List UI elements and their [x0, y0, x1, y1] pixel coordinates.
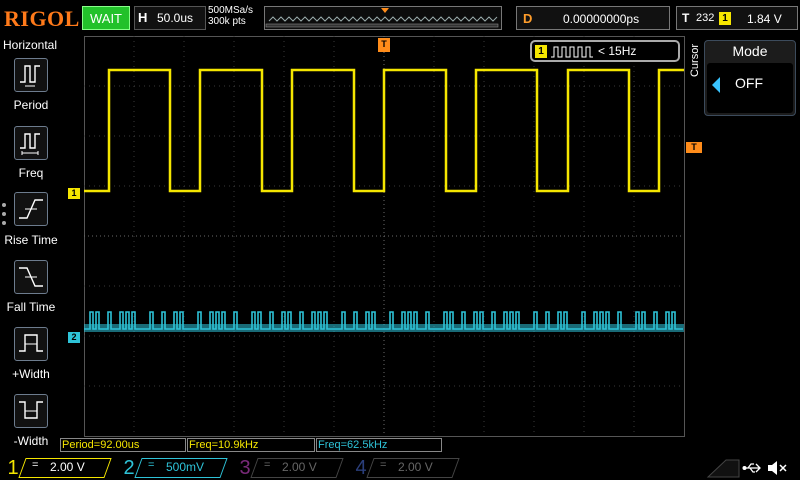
- channel-1-waveform: [84, 68, 684, 193]
- measurement-period-text: Period=92.00us: [62, 439, 140, 451]
- menu-title: Horizontal: [3, 38, 58, 52]
- channel-3-tab[interactable]: 3 = 2.00 V: [232, 456, 344, 480]
- delay-value: 0.00000000ps: [563, 12, 640, 26]
- freq-icon: [20, 133, 40, 155]
- horizontal-label: H: [138, 10, 148, 25]
- menu-page-indicator: [2, 203, 6, 230]
- channel-2-coupling: =: [148, 459, 155, 471]
- counter-value: < 15Hz: [598, 44, 637, 58]
- delay-label: D: [523, 11, 533, 26]
- speaker-mute-icon[interactable]: [766, 459, 788, 477]
- measurement-freq-ch1[interactable]: Freq=10.9kHz: [187, 438, 315, 452]
- frequency-counter[interactable]: 1 < 15Hz: [530, 40, 680, 62]
- rise-time-button[interactable]: [14, 192, 48, 226]
- rise-time-icon: [19, 199, 43, 219]
- trigger-level-marker[interactable]: T: [686, 142, 702, 153]
- channel-4-coupling: =: [380, 459, 387, 471]
- fall-time-icon: [19, 267, 43, 287]
- acquisition-info: 500MSa/s 300k pts: [208, 5, 253, 27]
- fall-time-label: Fall Time: [6, 300, 56, 314]
- channel-3-scale: 2.00 V: [282, 460, 317, 474]
- fall-time-button[interactable]: [14, 260, 48, 294]
- freq-button[interactable]: [14, 126, 48, 160]
- period-button[interactable]: [14, 58, 48, 92]
- channel-4-scale: 2.00 V: [398, 460, 433, 474]
- neg-width-button[interactable]: [14, 394, 48, 428]
- cursor-mode-value: OFF: [735, 75, 763, 91]
- run-status-badge[interactable]: WAIT: [82, 6, 130, 30]
- pos-width-icon: [19, 334, 43, 352]
- memory-depth: 300k pts: [208, 16, 246, 27]
- neg-width-label: -Width: [13, 434, 49, 448]
- channel-1-coupling: =: [32, 459, 39, 471]
- horizontal-timebase[interactable]: H 50.0us: [134, 6, 206, 30]
- cursor-mode-button[interactable]: Mode OFF: [704, 40, 796, 116]
- measurement-period[interactable]: Period=92.00us: [60, 438, 186, 452]
- selector-arrow-icon: [712, 77, 720, 93]
- neg-width-icon: [19, 401, 43, 419]
- channel-1-offset-marker[interactable]: 1: [68, 188, 80, 199]
- usb-icon: [742, 463, 761, 473]
- measurement-freq-ch2-text: Freq=62.5kHz: [318, 439, 388, 451]
- channel-2-number: 2: [123, 457, 135, 479]
- status-wedge: [706, 459, 740, 478]
- sample-rate: 500MSa/s: [208, 5, 254, 16]
- trigger-count: 232: [696, 12, 715, 24]
- trigger-position-icon: [381, 8, 389, 13]
- period-icon: [20, 65, 40, 87]
- channel-1-scale: 2.00 V: [50, 460, 85, 474]
- channel-2-noise-band: [84, 324, 684, 332]
- channel-2-tab[interactable]: 2 = 500mV: [116, 456, 228, 480]
- trigger-level: 1.84 V: [747, 12, 782, 26]
- channel-4-tab[interactable]: 4 = 2.00 V: [348, 456, 460, 480]
- memory-waveform-overview: [265, 8, 499, 28]
- pos-width-button[interactable]: [14, 327, 48, 361]
- period-label: Period: [13, 98, 49, 112]
- channel-3-coupling: =: [264, 459, 271, 471]
- waveform-display[interactable]: [84, 36, 686, 438]
- rise-time-label: Rise Time: [4, 233, 58, 247]
- trigger-label: T: [682, 11, 690, 25]
- freq-label: Freq: [18, 166, 44, 180]
- counter-channel-badge: 1: [535, 45, 547, 58]
- timebase-value: 50.0us: [157, 11, 194, 25]
- cursor-mode-title: Mode: [732, 43, 768, 59]
- channel-2-scale: 500mV: [166, 460, 205, 474]
- channel-4-number: 4: [355, 457, 367, 479]
- trigger-display[interactable]: T 232 1 1.84 V: [676, 6, 798, 30]
- cursor-mode-selector[interactable]: OFF: [707, 63, 793, 113]
- memory-overview-strip[interactable]: [264, 6, 502, 30]
- channel-3-number: 3: [239, 457, 251, 479]
- channel-1-number: 1: [7, 457, 19, 479]
- square-wave-icon: [551, 46, 593, 58]
- pos-width-label: +Width: [12, 367, 50, 381]
- delay-display[interactable]: D 0.00000000ps: [516, 6, 670, 30]
- measurement-freq-ch1-text: Freq=10.9kHz: [189, 439, 259, 451]
- channel-1-tab[interactable]: 1 = 2.00 V: [0, 456, 112, 480]
- brand-logo: RIGOL: [4, 6, 80, 31]
- trigger-source-badge: 1: [719, 12, 731, 25]
- time-origin-marker[interactable]: T: [378, 38, 390, 52]
- channel-2-offset-marker[interactable]: 2: [68, 332, 80, 343]
- measurement-freq-ch2[interactable]: Freq=62.5kHz: [316, 438, 442, 452]
- cursor-tab-label: Cursor: [689, 44, 701, 78]
